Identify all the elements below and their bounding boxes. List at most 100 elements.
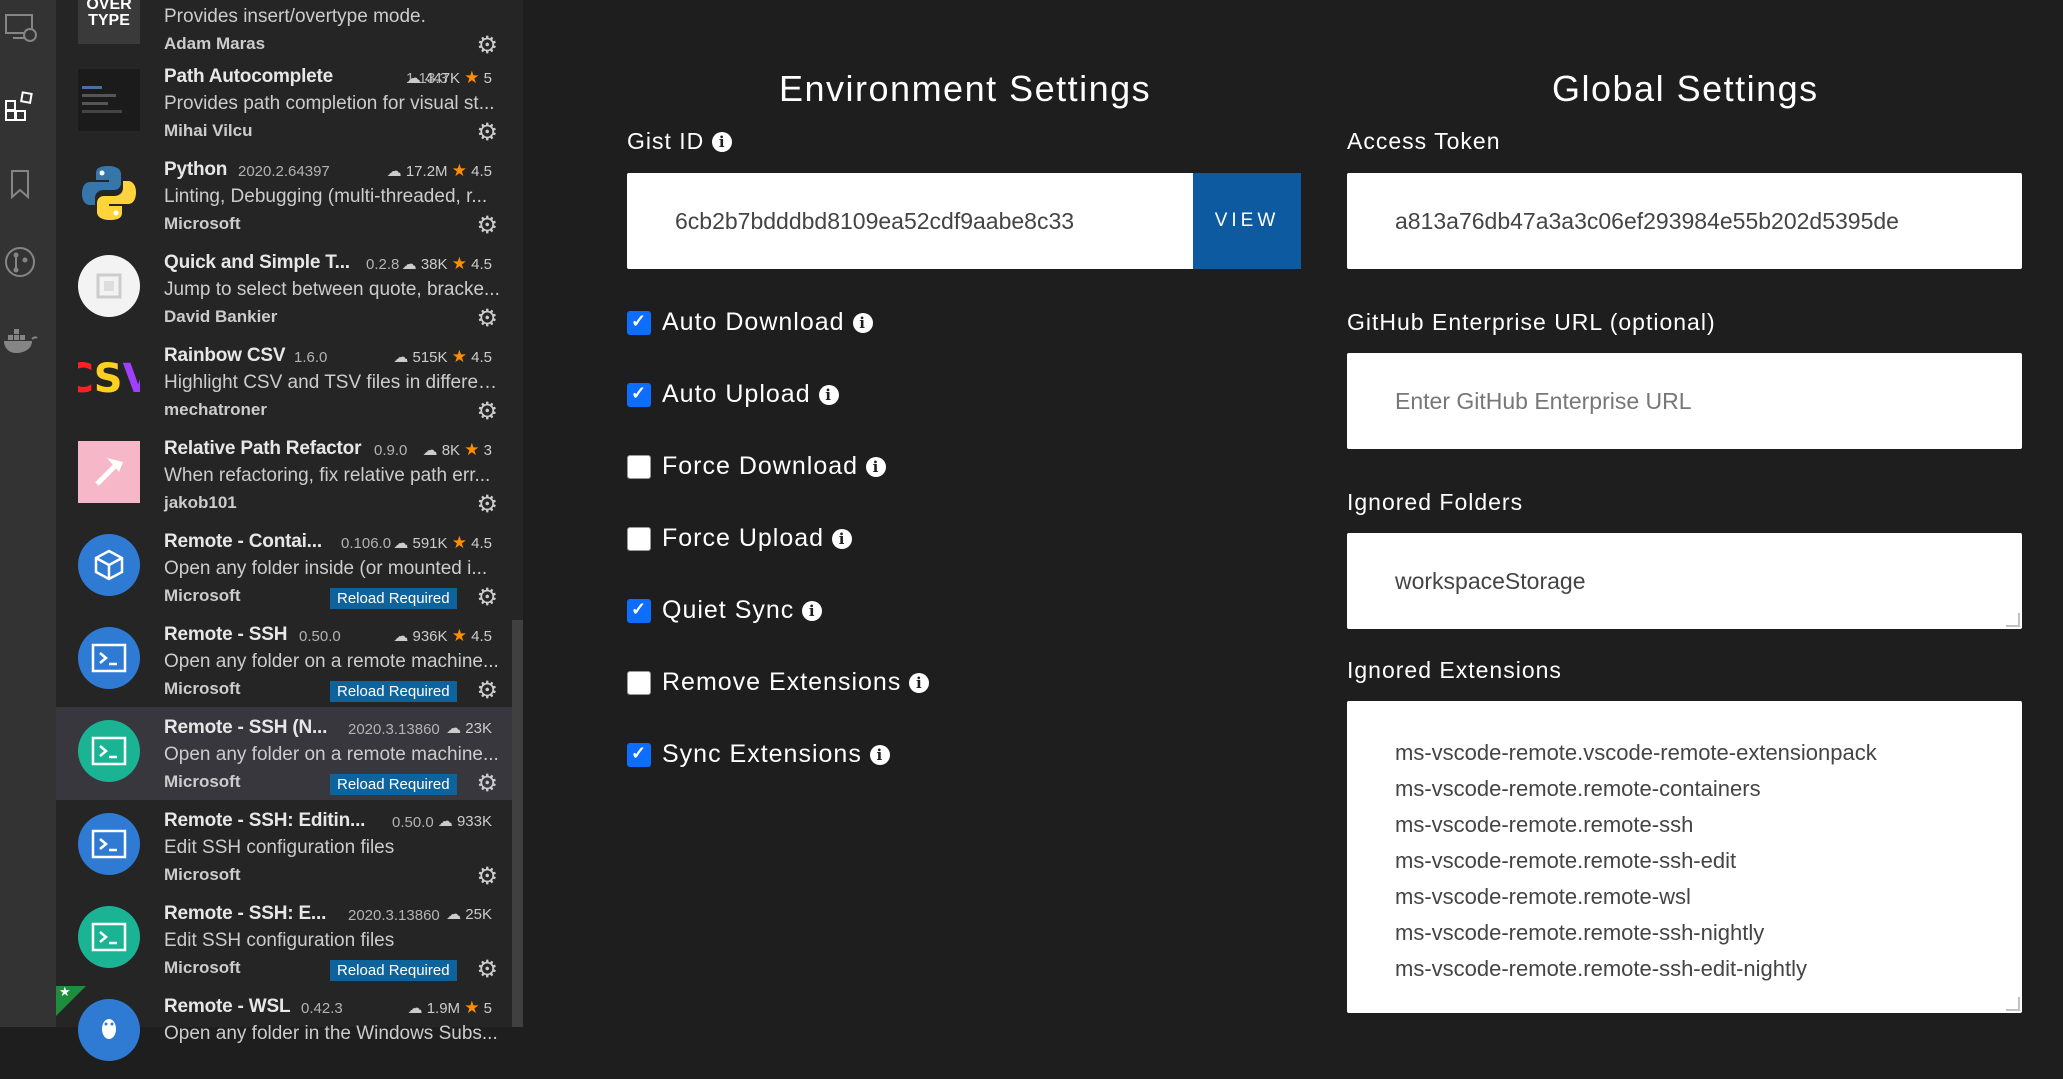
- gear-icon[interactable]: ⚙: [476, 118, 498, 147]
- access-token-input[interactable]: a813a76db47a3a3c06ef293984e55b202d5395de: [1347, 173, 2022, 269]
- resize-handle[interactable]: [2006, 997, 2020, 1011]
- cloud-download-icon: ☁: [393, 349, 409, 366]
- extension-logo: [78, 627, 140, 689]
- extension-description: Provides insert/overtype mode.: [164, 6, 426, 27]
- extension-item[interactable]: Path Autocomplete 1.13.3 ☁ 447K ★ 5 Prov…: [56, 56, 512, 149]
- cloud-download-icon: ☁: [422, 442, 438, 459]
- extension-item[interactable]: Quick and Simple T... 0.2.8 ☁ 38K ★ 4.5 …: [56, 242, 512, 335]
- extension-name: Rainbow CSV: [164, 345, 286, 366]
- gear-icon[interactable]: ⚙: [476, 490, 498, 519]
- extension-stats: ☁ 936K ★ 4.5: [393, 626, 492, 645]
- auto-download-checkbox[interactable]: [627, 311, 651, 335]
- extension-publisher: Adam Maras: [164, 34, 266, 53]
- extension-description: Provides path completion for visual st..…: [164, 93, 495, 114]
- extension-item[interactable]: CSV Rainbow CSV 1.6.0 ☁ 515K ★ 4.5 Highl…: [56, 335, 512, 428]
- force-upload-label: Force Upload i: [662, 524, 853, 553]
- ignored-extension-line: ms-vscode-remote.remote-ssh-edit-nightly: [1395, 956, 1808, 981]
- extension-description: Open any folder in the Windows Subs...: [164, 1023, 498, 1044]
- cloud-download-icon: ☁: [393, 535, 409, 552]
- extension-name: Remote - SSH: [164, 624, 288, 645]
- cloud-download-icon: ☁: [386, 163, 402, 180]
- star-icon: ★: [451, 533, 467, 552]
- gear-icon[interactable]: ⚙: [476, 583, 498, 612]
- cloud-download-icon: ☁: [446, 720, 462, 737]
- cloud-download-icon: ☁: [401, 256, 417, 273]
- extension-stats: ☁ 1.9M ★ 5: [407, 998, 492, 1017]
- reload-required-badge[interactable]: Reload Required: [330, 588, 457, 609]
- extensions-icon[interactable]: [0, 86, 40, 126]
- remote-explorer-icon[interactable]: [0, 8, 40, 48]
- extension-publisher: jakob101: [164, 493, 237, 512]
- global-settings-title: Global Settings: [1552, 68, 1819, 109]
- ignored-extension-line: ms-vscode-remote.remote-ssh-nightly: [1395, 920, 1765, 945]
- auto-download-label: Auto Download i: [662, 308, 873, 337]
- info-icon[interactable]: i: [852, 313, 873, 333]
- sync-extensions-checkbox[interactable]: [627, 743, 651, 767]
- extension-stats: ☁ 17.2M ★ 4.5: [386, 161, 492, 180]
- enterprise-url-input[interactable]: Enter GitHub Enterprise URL: [1347, 353, 2022, 449]
- extension-item[interactable]: Remote - SSH (N... 2020.3.13860 ☁ 23K Op…: [56, 707, 512, 800]
- extension-item[interactable]: Relative Path Refactor 0.9.0 ☁ 8K ★ 3 Wh…: [56, 428, 512, 521]
- gear-icon[interactable]: ⚙: [476, 862, 498, 891]
- star-icon: ★: [464, 440, 480, 459]
- gear-icon[interactable]: ⚙: [476, 211, 498, 240]
- reload-required-badge[interactable]: Reload Required: [330, 681, 457, 702]
- extension-item[interactable]: Python 2020.2.64397 ☁ 17.2M ★ 4.5 Lintin…: [56, 149, 512, 242]
- force-download-checkbox[interactable]: [627, 455, 651, 479]
- ignored-extension-line: ms-vscode-remote.remote-wsl: [1395, 884, 1691, 909]
- ignored-extension-line: ms-vscode-remote.remote-ssh-edit: [1395, 848, 1737, 873]
- gear-icon[interactable]: ⚙: [476, 304, 498, 333]
- extension-item[interactable]: ★ Remote - WSL 0.42.3 ☁ 1.9M ★ 5 Open an…: [56, 984, 512, 1079]
- force-download-label: Force Download i: [662, 452, 887, 481]
- info-icon[interactable]: i: [818, 385, 839, 405]
- info-icon[interactable]: i: [866, 457, 887, 477]
- quiet-sync-checkbox[interactable]: [627, 599, 651, 623]
- extension-logo: [78, 720, 140, 782]
- ignored-extensions-textarea[interactable]: ms-vscode-remote.vscode-remote-extension…: [1347, 701, 2022, 1013]
- extension-logo: [78, 999, 140, 1061]
- extension-name: Remote - SSH: Editin...: [164, 810, 366, 831]
- extension-stats: ☁ 8K ★ 3: [422, 440, 492, 459]
- extension-item[interactable]: Remote - SSH: E... 2020.3.13860 ☁ 25K Ed…: [56, 893, 512, 986]
- auto-upload-checkbox[interactable]: [627, 383, 651, 407]
- gear-icon[interactable]: ⚙: [476, 676, 498, 705]
- info-icon[interactable]: i: [712, 132, 733, 152]
- remove-extensions-checkbox[interactable]: [627, 671, 651, 695]
- reload-required-badge[interactable]: Reload Required: [330, 774, 457, 795]
- force-upload-checkbox[interactable]: [627, 527, 651, 551]
- source-control-icon[interactable]: [0, 242, 40, 282]
- extension-logo: [78, 255, 140, 317]
- reload-required-badge[interactable]: Reload Required: [330, 960, 457, 981]
- extension-name: Remote - SSH: E...: [164, 903, 327, 924]
- resize-handle[interactable]: [2006, 613, 2020, 627]
- ignored-folders-input[interactable]: workspaceStorage: [1347, 533, 2022, 629]
- view-button[interactable]: VIEW: [1193, 173, 1301, 269]
- extension-stats: ☁ 23K: [446, 720, 492, 737]
- ignored-extensions-label: Ignored Extensions: [1347, 657, 1562, 683]
- info-icon[interactable]: i: [802, 601, 823, 621]
- auto-upload-label: Auto Upload i: [662, 380, 839, 409]
- gist-id-input[interactable]: 6cb2b7bdddbd8109ea52cdf9aabe8c33: [627, 173, 1195, 269]
- extension-item[interactable]: Remote - Contai... 0.106.0 ☁ 591K ★ 4.5 …: [56, 521, 512, 614]
- info-icon[interactable]: i: [909, 673, 930, 693]
- docker-icon[interactable]: [0, 320, 40, 360]
- extension-item[interactable]: OVER TYPE Provides insert/overtype mode.…: [56, 0, 512, 62]
- extension-description: Linting, Debugging (multi-threaded, r...: [164, 186, 488, 207]
- ignored-folders-label: Ignored Folders: [1347, 489, 1524, 515]
- gear-icon[interactable]: ⚙: [476, 955, 498, 984]
- star-icon: ★: [451, 254, 467, 273]
- extension-logo: [78, 441, 140, 503]
- bookmarks-icon[interactable]: [0, 164, 40, 204]
- info-icon[interactable]: i: [832, 529, 853, 549]
- gear-icon[interactable]: ⚙: [476, 397, 498, 426]
- extension-logo: [78, 813, 140, 875]
- python-logo: [78, 162, 140, 224]
- extension-item[interactable]: Remote - SSH: Editin... 0.50.0 ☁ 933K Ed…: [56, 800, 512, 893]
- info-icon[interactable]: i: [869, 745, 890, 765]
- extension-description: Open any folder on a remote machine...: [164, 744, 499, 765]
- gear-icon[interactable]: ⚙: [476, 769, 498, 798]
- sidebar-scrollbar[interactable]: [512, 620, 523, 1027]
- extension-stats: ☁ 515K ★ 4.5: [393, 347, 492, 366]
- extension-logo: [78, 69, 140, 131]
- extension-item[interactable]: Remote - SSH 0.50.0 ☁ 936K ★ 4.5 Open an…: [56, 614, 512, 707]
